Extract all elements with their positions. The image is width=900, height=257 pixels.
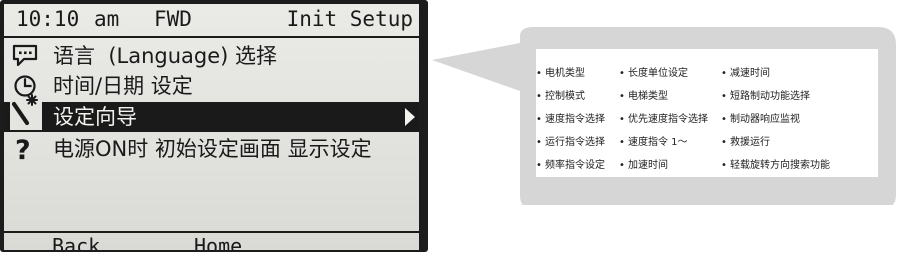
list-item: • 速度指令 1～: [619, 137, 688, 148]
list-item: • 电机类型: [536, 68, 585, 79]
status-divider: [4, 36, 419, 38]
list-item: • 长度单位设定: [619, 68, 688, 79]
menu-item-time-date[interactable]: 时间/日期 设定: [4, 71, 419, 101]
list-item: • 运行指令选择: [536, 137, 605, 148]
page: 10:10 am FWD Init Setup 语言 (Language) 选择: [0, 0, 900, 257]
callout-list: • 电机类型 • 控制模式 • 速度指令选择 • 运行指令选择 • 频率指令设定 • 长度单…: [536, 49, 878, 177]
list-item: • 短路制动功能选择: [721, 91, 810, 102]
clock-time: 10:10: [16, 7, 80, 31]
submenu-arrow-icon: [405, 108, 415, 126]
list-item: • 救援运行: [721, 137, 770, 148]
direction-indicator: FWD: [154, 7, 192, 31]
menu-item-language[interactable]: 语言 (Language) 选择: [4, 41, 419, 71]
list-item: • 优先速度指令选择: [619, 114, 708, 125]
screen-title: Init Setup: [286, 7, 413, 31]
list-item: • 制动器响应监视: [721, 114, 800, 125]
list-item: • 控制模式: [536, 91, 585, 102]
menu-item-setup-wizard[interactable]: 设定向导: [4, 94, 419, 132]
lcd-screen: 10:10 am FWD Init Setup 语言 (Language) 选择: [4, 4, 419, 250]
list-item: • 电梯类型: [619, 91, 668, 102]
callout-bubble: • 电机类型 • 控制模式 • 速度指令选择 • 运行指令选择 • 频率指令设定 • 长度单…: [430, 25, 900, 205]
list-item: • 轻载旋转方向搜索功能: [721, 160, 830, 171]
magic-wand-icon: [10, 92, 42, 130]
home-softkey[interactable]: Home: [194, 231, 242, 250]
list-item: • 加速时间: [619, 160, 668, 171]
question-mark-icon: ?: [12, 135, 40, 166]
status-bar: 10:10 am FWD Init Setup: [4, 4, 419, 35]
menu-item-label: 电源ON时 初始设定画面 显示设定: [53, 137, 372, 161]
menu-item-label: 设定向导: [53, 105, 137, 129]
svg-text:?: ?: [15, 137, 31, 161]
back-softkey[interactable]: Back: [52, 231, 100, 250]
list-item: • 速度指令选择: [536, 114, 605, 125]
speech-bubble-icon: [12, 44, 40, 68]
menu-item-label: 语言 (Language) 选择: [53, 44, 278, 68]
menu-item-power-on-display[interactable]: ? 电源ON时 初始设定画面 显示设定: [4, 134, 419, 166]
list-item: • 频率指令设定: [536, 160, 605, 171]
clock-ampm: am: [94, 7, 120, 31]
list-item: • 减速时间: [721, 68, 770, 79]
menu-item-label: 时间/日期 设定: [53, 74, 193, 98]
lcd-bezel: 10:10 am FWD Init Setup 语言 (Language) 选择: [0, 0, 428, 252]
